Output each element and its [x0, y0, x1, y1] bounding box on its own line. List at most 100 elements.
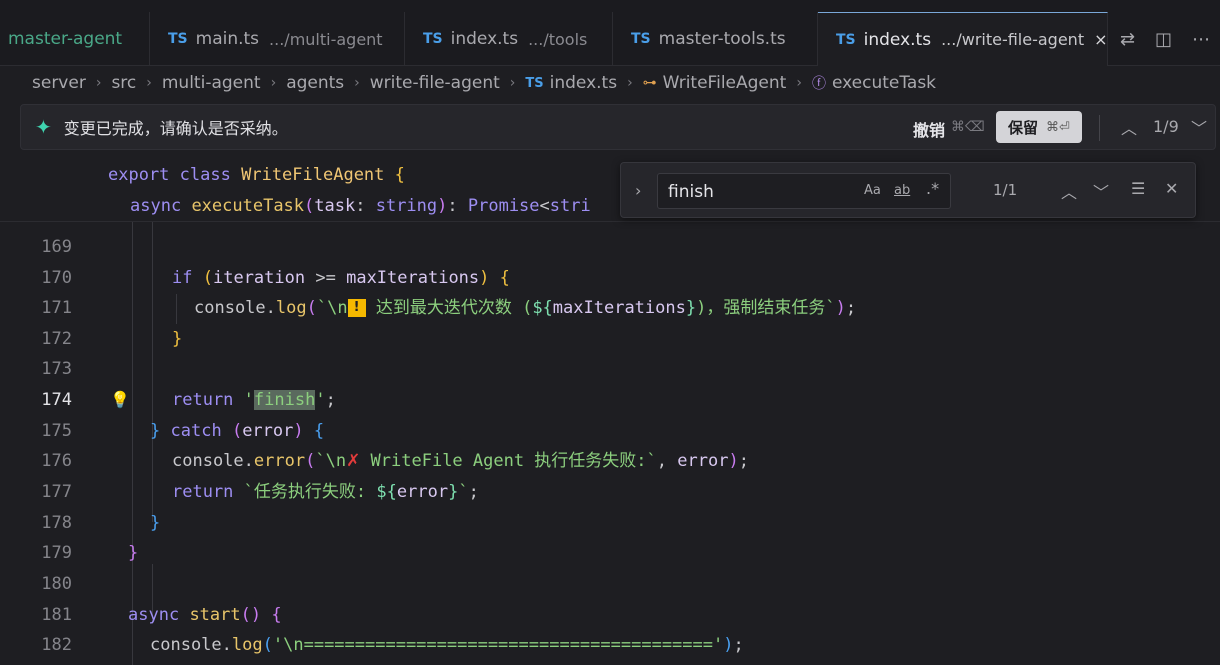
breadcrumb-item[interactable]: multi-agent [162, 73, 261, 93]
previous-match-icon[interactable]: ︿ [1061, 179, 1077, 203]
breadcrumb-item[interactable]: agents [286, 73, 344, 93]
toggle-replace-chevron-icon[interactable]: › [635, 181, 641, 200]
breadcrumb-item[interactable]: src [111, 73, 136, 93]
chevron-right-icon: › [270, 75, 277, 91]
match-case-toggle[interactable]: Aa [864, 183, 881, 198]
breadcrumb: server › src › multi-agent › agents › write-… [0, 66, 1220, 100]
tab-label: main.ts [195, 29, 260, 49]
breadcrumb-file[interactable]: index.ts [550, 73, 617, 93]
line-number: 169 [41, 237, 72, 257]
code-line-176: console.error(`\n✗ WriteFile Agent 执行任务失… [172, 451, 749, 471]
line-number: 177 [41, 482, 72, 502]
line-number: 179 [41, 543, 72, 563]
line-number: 173 [41, 359, 72, 379]
code-line-177: return `任务执行失败: ${error}`; [172, 482, 479, 502]
undo-shortcut: ⌘⌫ [951, 119, 985, 135]
ts-file-icon: TS [631, 31, 651, 47]
find-result-count: 1/1 [993, 181, 1018, 199]
change-review-bar: ✦ 变更已完成，请确认是否采纳。 撤销 ⌘⌫ 保留 ⌘⏎ ︿ 1/9 ﹀ [20, 104, 1216, 150]
sparkle-icon: ✦ [35, 115, 52, 139]
tab-dir: .../multi-agent [269, 29, 383, 49]
warning-icon: ! [347, 299, 366, 317]
breadcrumb-class[interactable]: WriteFileAgent [663, 73, 787, 93]
code-editor[interactable]: 169 170 171 172 173 174 175 176 177 178 … [0, 154, 1220, 665]
find-widget: › finish Aa ab .* 1/1 ︿ ﹀ ☰ ✕ [620, 162, 1196, 218]
line-number: 171 [41, 298, 72, 318]
code-line-170: if (iteration >= maxIterations) { [172, 268, 510, 288]
chevron-right-icon: › [509, 75, 516, 91]
whole-word-toggle[interactable]: ab [894, 183, 910, 198]
code-line-181: async start() { [128, 605, 282, 625]
line-number: 175 [41, 421, 72, 441]
tab-main-ts[interactable]: TS main.ts .../multi-agent [150, 12, 405, 66]
editor-actions: ⇄ ◫ ⋯ [1110, 12, 1220, 66]
tab-master-tools-ts[interactable]: TS master-tools.ts [613, 12, 818, 66]
indent-guide [152, 222, 153, 522]
chevron-right-icon: › [146, 75, 152, 91]
regex-toggle[interactable]: .* [926, 179, 939, 198]
code-line-172: } [172, 329, 183, 349]
sticky-line-method[interactable]: async executeTask(task: string): Promise… [130, 191, 591, 221]
breadcrumb-method[interactable]: executeTask [832, 73, 936, 93]
next-match-icon[interactable]: ﹀ [1093, 179, 1109, 203]
code-line-182: console.log('\n=========================… [150, 635, 744, 655]
breadcrumb-item[interactable]: server [32, 73, 86, 93]
chevron-right-icon: › [627, 75, 633, 91]
tab-index-ts-write-file-agent[interactable]: TS index.ts .../write-file-agent × [818, 12, 1108, 66]
lightbulb-icon[interactable]: 💡 [110, 390, 130, 409]
chevron-right-icon: › [354, 75, 360, 91]
ts-file-icon: TS [836, 31, 856, 48]
tab-label: index.ts [450, 29, 519, 49]
ts-file-icon: TS [423, 31, 443, 47]
tab-label: index.ts [863, 29, 932, 50]
line-number: 182 [41, 635, 72, 655]
code-line-179: } [128, 543, 139, 563]
line-number: 176 [41, 451, 72, 471]
tab-dir: .../write-file-agent [941, 30, 1085, 49]
more-actions-icon[interactable]: ⋯ [1192, 29, 1210, 50]
line-number: 180 [41, 574, 72, 594]
indent-guide [176, 294, 177, 324]
split-editor-icon[interactable]: ◫ [1155, 29, 1172, 50]
tab-master-agent[interactable]: master-agent [0, 12, 150, 66]
close-icon[interactable]: ✕ [1165, 179, 1178, 198]
line-number: 172 [41, 329, 72, 349]
indent-guide [132, 222, 133, 665]
code-line-175: } catch (error) { [150, 421, 325, 441]
find-input[interactable]: finish Aa ab .* [657, 173, 951, 209]
close-icon[interactable]: × [1094, 30, 1107, 49]
class-symbol-icon: ⊶ [642, 75, 657, 91]
tab-index-ts-tools[interactable]: TS index.ts .../tools [405, 12, 613, 66]
code-line-174: return 'finish'; [172, 390, 336, 410]
breadcrumb-item[interactable]: write-file-agent [370, 73, 500, 93]
ts-file-icon: TS [525, 75, 544, 91]
find-input-value: finish [668, 182, 714, 202]
sticky-line-class[interactable]: export class WriteFileAgent { [108, 160, 405, 190]
chevron-up-icon[interactable]: ︿ [1121, 115, 1137, 139]
code-line-178: } [150, 513, 161, 533]
undo-button[interactable]: 撤销 [913, 117, 945, 141]
find-match-highlight: finish [253, 390, 316, 410]
find-in-selection-icon[interactable]: ☰ [1131, 179, 1145, 198]
change-message: 变更已完成，请确认是否采纳。 [63, 119, 288, 138]
keep-label: 保留 [1008, 118, 1039, 137]
chevron-right-icon: › [95, 75, 102, 91]
tab-bar: master-agent TS main.ts .../multi-agent … [0, 0, 1220, 66]
keep-button[interactable]: 保留 ⌘⏎ [996, 111, 1082, 143]
chevron-down-icon[interactable]: ﹀ [1191, 115, 1207, 139]
tab-label: master-agent [8, 29, 123, 49]
ts-file-icon: TS [168, 31, 188, 47]
chevron-right-icon: › [796, 75, 802, 91]
line-number: 174 [41, 390, 72, 410]
method-symbol-icon: ⓕ [811, 76, 826, 92]
tab-label: master-tools.ts [658, 29, 786, 49]
error-x-icon: ✗ [346, 451, 361, 471]
change-counter: 1/9 [1153, 117, 1179, 136]
keep-shortcut: ⌘⏎ [1046, 119, 1070, 135]
source-control-compare-icon[interactable]: ⇄ [1120, 29, 1135, 50]
divider [1099, 115, 1100, 141]
line-number: 170 [41, 268, 72, 288]
tab-dir: .../tools [528, 29, 588, 49]
code-line-171: console.log(`\n! 达到最大迭代次数 (${maxIteratio… [194, 298, 857, 318]
line-number: 181 [41, 605, 72, 625]
